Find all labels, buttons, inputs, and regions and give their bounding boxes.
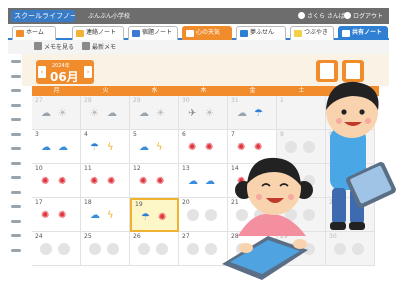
children-illustration [222,81,396,280]
girl-with-tablet-illustration [222,157,313,280]
boy-with-tablet-illustration [326,81,396,230]
